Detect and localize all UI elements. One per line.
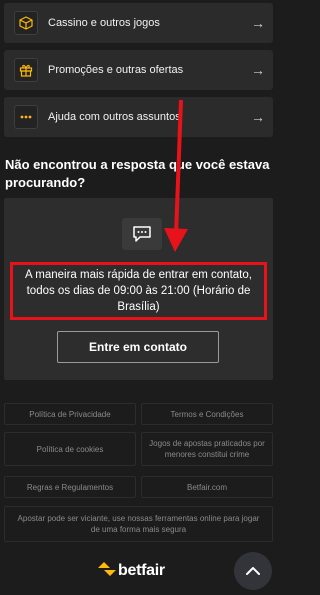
contact-info-text: A maneira mais rápida de entrar em conta… xyxy=(25,269,252,313)
chevron-up-icon xyxy=(246,567,260,575)
cube-icon xyxy=(14,11,38,35)
contact-info-highlight: A maneira mais rápida de entrar em conta… xyxy=(10,262,267,320)
responsible-gambling-disclaimer: Apostar pode ser viciante, use nossas fe… xyxy=(4,506,273,542)
footer-link-terms[interactable]: Termos e Condições xyxy=(141,403,273,425)
footer-link-betfair-com[interactable]: Betfair.com xyxy=(141,476,273,498)
menu-item-label: Promoções e outras ofertas xyxy=(48,64,184,76)
footer-link-minors[interactable]: Jogos de apostas praticados por menores … xyxy=(141,432,273,466)
contact-us-button[interactable]: Entre em contato xyxy=(57,331,219,363)
dots-icon xyxy=(14,105,38,129)
gift-icon xyxy=(14,58,38,82)
arrow-right-icon: → xyxy=(251,109,265,125)
arrow-right-icon: → xyxy=(251,15,265,31)
menu-item-label: Cassino e outros jogos xyxy=(48,17,160,29)
footer-link-rules[interactable]: Regras e Regulamentos xyxy=(4,476,136,498)
scroll-to-top-button[interactable] xyxy=(234,552,272,590)
contact-question-heading: Não encontrou a resposta que você estava… xyxy=(5,157,270,190)
footer-link-cookies[interactable]: Política de cookies xyxy=(4,432,136,466)
chat-icon xyxy=(122,218,162,250)
menu-item-label: Ajuda com outros assuntos xyxy=(48,111,181,123)
betfair-arrows-icon xyxy=(98,562,116,580)
menu-item-promotions[interactable]: Promoções e outras ofertas → xyxy=(4,50,273,90)
arrow-right-icon: → xyxy=(251,62,265,78)
brand-name: betfair xyxy=(118,562,165,579)
footer-link-privacy[interactable]: Política de Privacidade xyxy=(4,403,136,425)
betfair-logo[interactable]: betfair xyxy=(98,560,165,582)
menu-item-other-help[interactable]: Ajuda com outros assuntos → xyxy=(4,97,273,137)
menu-item-casino[interactable]: Cassino e outros jogos → xyxy=(4,3,273,43)
